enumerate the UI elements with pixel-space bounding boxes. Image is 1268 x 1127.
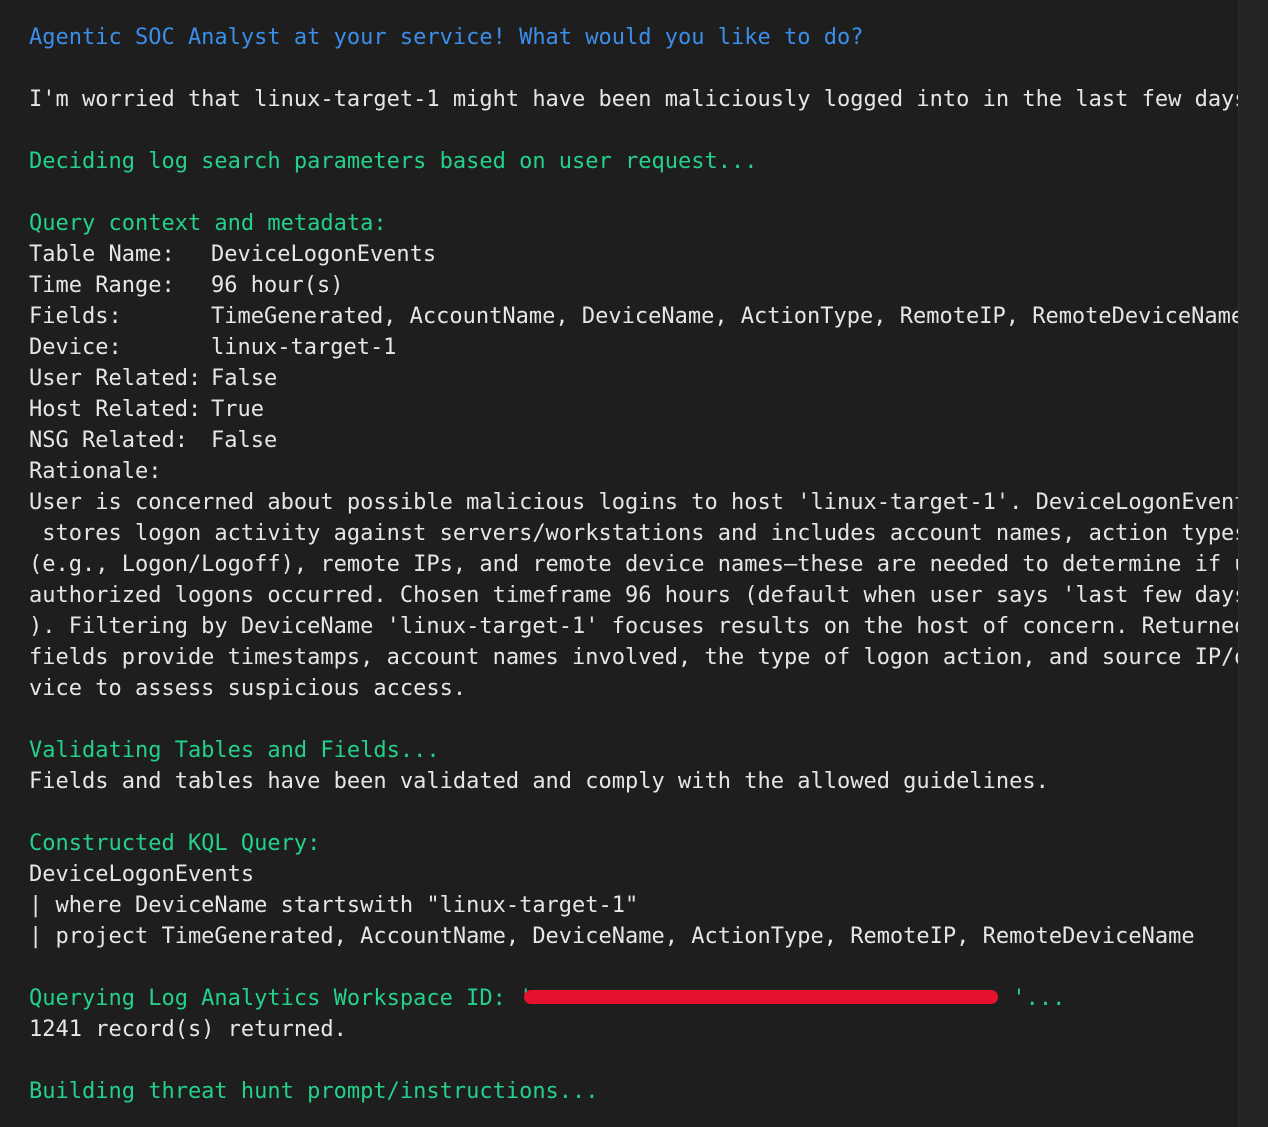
user-related-value: False (211, 366, 278, 391)
fields-value: TimeGenerated, AccountName, DeviceName, … (211, 304, 1245, 329)
rationale-line: ). Filtering by DeviceName 'linux-target… (29, 614, 1248, 639)
greeting-line: Agentic SOC Analyst at your service! Wha… (29, 25, 864, 50)
kql-line: | project TimeGenerated, AccountName, De… (29, 924, 1195, 949)
table-name-row: Table Name: DeviceLogonEvents (29, 239, 1241, 270)
nsg-related-value: False (211, 428, 278, 453)
table-name-label: Table Name: (29, 242, 175, 267)
validating-result: Fields and tables have been validated an… (29, 769, 1049, 794)
user-prompt-line: I'm worried that linux-target-1 might ha… (29, 87, 1248, 112)
fields-label: Fields: (29, 304, 122, 329)
rationale-line: fields provide timestamps, account names… (29, 645, 1261, 670)
kql-line: DeviceLogonEvents (29, 862, 255, 887)
validating-header: Validating Tables and Fields... (29, 738, 440, 763)
device-label: Device: (29, 335, 122, 360)
querying-prefix: Querying Log Analytics Workspace ID: ' (29, 986, 533, 1011)
device-value: linux-target-1 (211, 335, 397, 360)
building-status-line: Building threat hunt prompt/instructions… (29, 1079, 599, 1104)
terminal-output: Agentic SOC Analyst at your service! Wha… (29, 22, 1261, 1107)
vertical-scrollbar[interactable] (1239, 0, 1268, 1127)
terminal-window[interactable]: Agentic SOC Analyst at your service! Wha… (0, 0, 1268, 1127)
rationale-line: User is concerned about possible malicio… (29, 490, 1261, 515)
rationale-line: stores logon activity against servers/wo… (29, 521, 1248, 546)
table-name-value: DeviceLogonEvents (211, 242, 437, 267)
kql-header: Constructed KQL Query: (29, 831, 321, 856)
host-related-row: Host Related: True (29, 394, 1241, 425)
rationale-label: Rationale: (29, 459, 162, 484)
querying-suffix: '... (1012, 986, 1066, 1011)
rationale-line: vice to assess suspicious access. (29, 676, 467, 701)
time-range-label: Time Range: (29, 273, 175, 298)
records-returned-line: 1241 record(s) returned. (29, 1017, 347, 1042)
nsg-related-row: NSG Related: False (29, 425, 1241, 456)
time-range-row: Time Range: 96 hour(s) (29, 270, 1241, 301)
device-row: Device: linux-target-1 (29, 332, 1241, 363)
user-related-row: User Related: False (29, 363, 1241, 394)
context-header: Query context and metadata: (29, 211, 387, 236)
kql-line: | where DeviceName startswith "linux-tar… (29, 893, 639, 918)
host-related-value: True (211, 397, 264, 422)
user-related-label: User Related: (29, 366, 202, 391)
host-related-label: Host Related: (29, 397, 202, 422)
redaction-mark (524, 990, 998, 1004)
time-range-value: 96 hour(s) (211, 273, 344, 298)
rationale-line: authorized logons occurred. Chosen timef… (29, 583, 1261, 608)
rationale-line: (e.g., Logon/Logoff), remote IPs, and re… (29, 552, 1261, 577)
nsg-related-label: NSG Related: (29, 428, 188, 453)
fields-row: Fields: TimeGenerated, AccountName, Devi… (29, 301, 1245, 332)
deciding-status-line: Deciding log search parameters based on … (29, 149, 758, 174)
